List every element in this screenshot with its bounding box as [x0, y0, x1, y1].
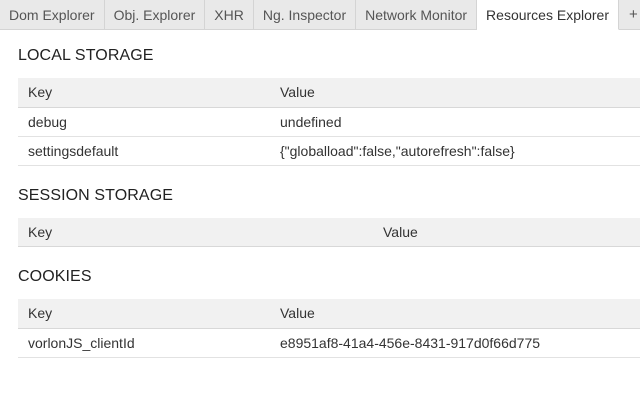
cookies-title: COOKIES [18, 268, 92, 285]
cookie-key: vorlonJS_clientId [18, 328, 270, 358]
local-storage-table: Key Value debug undefined settingsdefaul… [18, 78, 640, 166]
storage-value: {"globalload":false,"autorefresh":false} [270, 136, 640, 166]
value-column-header: Value [373, 217, 640, 247]
tab-network-monitor[interactable]: Network Monitor [356, 0, 478, 29]
session-storage-table: Key Value [18, 217, 640, 247]
tab-resources-explorer[interactable]: Resources Explorer [477, 0, 619, 30]
table-header-row: Key Value [18, 299, 640, 329]
value-column-header: Value [270, 299, 640, 329]
storage-key: settingsdefault [18, 136, 270, 166]
tab-dom-explorer[interactable]: Dom Explorer [0, 0, 105, 29]
session-storage-title: SESSION STORAGE [18, 186, 174, 204]
key-column-header: Key [18, 299, 270, 329]
resources-explorer-panel: LOCAL STORAGE Key Value debug undefined … [18, 30, 640, 358]
key-column-header: Key [18, 217, 373, 247]
tab-obj-explorer[interactable]: Obj. Explorer [105, 0, 206, 29]
tab-xhr[interactable]: XHR [205, 0, 254, 29]
cookies-table: Key Value vorlonJS_clientId e8951af8-41a… [18, 299, 640, 358]
table-header-row: Key Value [18, 78, 640, 108]
table-row[interactable]: settingsdefault {"globalload":false,"aut… [18, 136, 640, 166]
table-header-row: Key Value [18, 217, 640, 247]
storage-key: debug [18, 107, 270, 137]
storage-value: undefined [270, 107, 640, 137]
table-row[interactable]: debug undefined [18, 107, 640, 137]
cookie-value: e8951af8-41a4-456e-8431-917d0f66d775 [270, 328, 640, 358]
value-column-header: Value [270, 78, 640, 108]
add-tab-button[interactable]: + [619, 0, 640, 29]
panel-tab-bar: Dom Explorer Obj. Explorer XHR Ng. Inspe… [0, 0, 640, 30]
table-row[interactable]: vorlonJS_clientId e8951af8-41a4-456e-843… [18, 328, 640, 358]
key-column-header: Key [18, 78, 270, 108]
tab-ng-inspector[interactable]: Ng. Inspector [254, 0, 357, 29]
local-storage-title: LOCAL STORAGE [18, 47, 154, 64]
